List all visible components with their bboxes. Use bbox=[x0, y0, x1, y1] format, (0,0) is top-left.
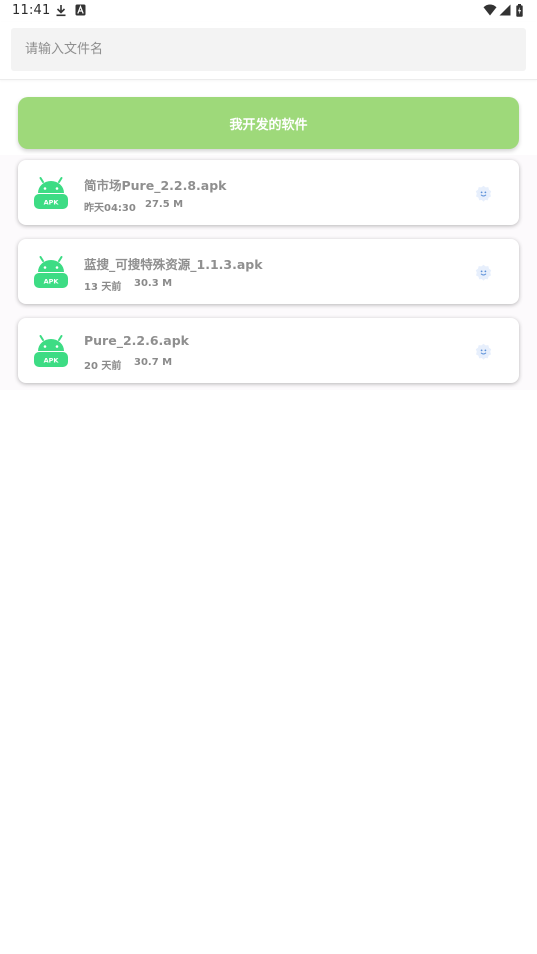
download-icon bbox=[56, 5, 66, 17]
file-time: 昨天04:30 bbox=[84, 203, 136, 214]
font-a-icon bbox=[75, 4, 86, 16]
screen: 11:41 我开发的软件 bbox=[0, 0, 537, 954]
svg-text:APK: APK bbox=[44, 357, 60, 365]
smile-icon[interactable] bbox=[475, 185, 492, 202]
file-name: 蓝搜_可搜特殊资源_1.1.3.apk bbox=[84, 257, 263, 272]
my-developed-software-button[interactable]: 我开发的软件 bbox=[18, 97, 519, 149]
status-bar: 11:41 bbox=[0, 0, 537, 22]
file-name: 简市场Pure_2.2.8.apk bbox=[84, 178, 227, 193]
file-size: 27.5 M bbox=[145, 199, 184, 210]
file-time: 13 天前 bbox=[84, 282, 122, 293]
smile-icon[interactable] bbox=[475, 264, 492, 281]
file-card[interactable]: APK Pure_2.2.6.apk 20 天前 30.7 M bbox=[18, 318, 519, 383]
svg-text:APK: APK bbox=[44, 278, 60, 286]
status-time: 11:41 bbox=[12, 3, 51, 18]
file-name: Pure_2.2.6.apk bbox=[84, 333, 189, 348]
file-card[interactable]: APK 蓝搜_可搜特殊资源_1.1.3.apk 13 天前 30.3 M bbox=[18, 239, 519, 304]
file-size: 30.3 M bbox=[134, 278, 173, 289]
battery-icon bbox=[516, 4, 523, 17]
apk-android-icon: APK bbox=[34, 256, 68, 288]
search-bar bbox=[0, 22, 537, 80]
signal-icon bbox=[499, 4, 511, 16]
file-time: 20 天前 bbox=[84, 361, 122, 372]
content-area: 我开发的软件 APK 简市场Pure_2.2.8.apk 昨天04:30 27.… bbox=[0, 80, 537, 390]
search-input[interactable] bbox=[11, 28, 526, 71]
apk-android-icon: APK bbox=[34, 177, 68, 209]
wifi-icon bbox=[483, 4, 497, 16]
smile-icon[interactable] bbox=[475, 343, 492, 360]
file-size: 30.7 M bbox=[134, 357, 173, 368]
apk-android-icon: APK bbox=[34, 335, 68, 367]
svg-text:APK: APK bbox=[44, 199, 60, 207]
file-card[interactable]: APK 简市场Pure_2.2.8.apk 昨天04:30 27.5 M bbox=[18, 160, 519, 225]
